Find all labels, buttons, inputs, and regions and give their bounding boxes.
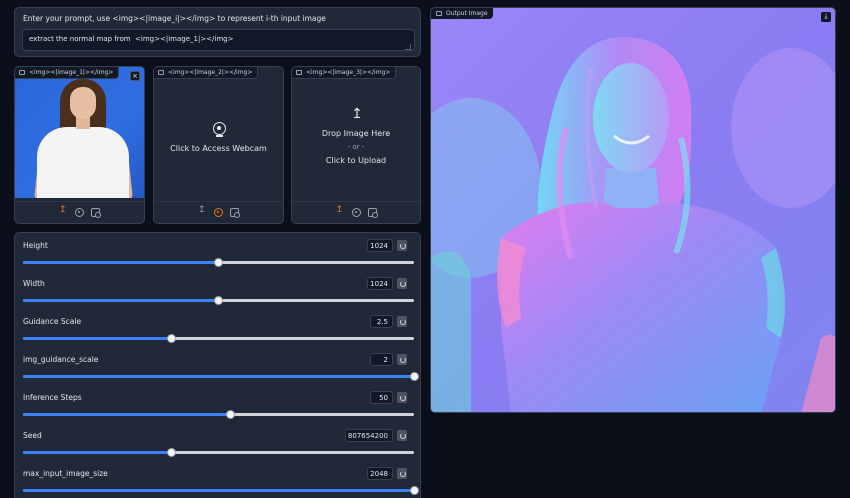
image-input-2-toolbar bbox=[154, 201, 283, 223]
clipboard-icon[interactable] bbox=[230, 208, 240, 218]
reset-icon[interactable] bbox=[397, 316, 407, 327]
image-input-3-tag: <img><|image_3|></img> bbox=[292, 67, 397, 79]
inference-steps-slider[interactable] bbox=[23, 410, 414, 419]
reset-icon[interactable] bbox=[397, 392, 407, 403]
output-image-tag: Output Image bbox=[431, 8, 493, 19]
input-photo bbox=[15, 67, 144, 198]
slider-thumb[interactable] bbox=[167, 334, 177, 343]
webcam-icon[interactable] bbox=[214, 208, 223, 217]
image-input-3-label: <img><|image_3|></img> bbox=[306, 69, 391, 76]
slider-thumb[interactable] bbox=[214, 258, 223, 267]
guidance-scale-slider[interactable] bbox=[23, 334, 414, 343]
webcam-icon[interactable] bbox=[213, 122, 226, 137]
slider-img-guidance-scale: img_guidance_scale 2 bbox=[15, 347, 420, 385]
img-guidance-scale-slider[interactable] bbox=[23, 372, 419, 381]
settings-panel: Height 1024 Width 1024 Guidance Scale 2.… bbox=[14, 232, 421, 498]
seed-slider[interactable] bbox=[23, 448, 414, 457]
slider-label: Height bbox=[23, 241, 48, 250]
slider-label: Seed bbox=[23, 431, 42, 440]
webcam-icon[interactable] bbox=[351, 208, 361, 217]
image-icon bbox=[436, 11, 442, 16]
inference-steps-number-input[interactable]: 50 bbox=[370, 391, 393, 404]
prompt-label: Enter your prompt, use <img><|image_i|><… bbox=[23, 14, 326, 23]
download-button[interactable]: ⤓ bbox=[821, 12, 831, 22]
output-image-label: Output Image bbox=[446, 10, 488, 17]
slider-thumb[interactable] bbox=[214, 296, 223, 305]
reset-icon[interactable] bbox=[397, 430, 407, 441]
webcam-icon[interactable] bbox=[75, 208, 84, 217]
slider-inference-steps: Inference Steps 50 bbox=[15, 385, 420, 423]
reset-icon[interactable] bbox=[397, 278, 407, 289]
upload-icon[interactable] bbox=[59, 205, 68, 217]
width-slider[interactable] bbox=[23, 296, 414, 305]
image-input-1-label: <img><|image_1|></img> bbox=[29, 69, 114, 76]
image-icon bbox=[19, 70, 25, 75]
max-input-image-size-number-input[interactable]: 2048 bbox=[367, 467, 393, 480]
max-input-image-size-slider[interactable] bbox=[23, 486, 419, 495]
slider-label: Guidance Scale bbox=[23, 317, 82, 326]
slider-label: Width bbox=[23, 279, 45, 288]
image-input-2[interactable]: <img><|image_2|></img> Click to Access W… bbox=[153, 66, 284, 224]
slider-seed: Seed 807654200 bbox=[15, 423, 420, 461]
width-number-input[interactable]: 1024 bbox=[367, 277, 393, 290]
seed-number-input[interactable]: 807654200 bbox=[345, 429, 393, 442]
slider-label: Inference Steps bbox=[23, 393, 82, 402]
slider-label: max_input_image_size bbox=[23, 469, 108, 478]
reset-icon[interactable] bbox=[397, 468, 407, 479]
img-guidance-scale-number-input[interactable]: 2 bbox=[370, 353, 393, 366]
slider-label: img_guidance_scale bbox=[23, 355, 99, 364]
clipboard-icon[interactable] bbox=[91, 208, 101, 218]
access-webcam-text[interactable]: Click to Access Webcam bbox=[154, 144, 283, 153]
image-icon bbox=[296, 70, 302, 75]
image-input-2-label: <img><|image_2|></img> bbox=[168, 69, 253, 76]
slider-thumb[interactable] bbox=[409, 486, 419, 495]
image-input-3[interactable]: <img><|image_3|></img> ↥ Drop Image Here… bbox=[291, 66, 421, 224]
reset-icon[interactable] bbox=[397, 354, 407, 365]
height-number-input[interactable]: 1024 bbox=[367, 239, 393, 252]
slider-thumb[interactable] bbox=[409, 372, 419, 381]
slider-thumb[interactable] bbox=[225, 410, 235, 419]
slider-thumb[interactable] bbox=[167, 448, 177, 457]
slider-guidance-scale: Guidance Scale 2.5 bbox=[15, 309, 420, 347]
clipboard-icon[interactable] bbox=[367, 208, 378, 218]
or-text: - or - bbox=[347, 143, 365, 151]
upload-icon[interactable] bbox=[336, 205, 345, 217]
height-slider[interactable] bbox=[23, 258, 414, 267]
resize-grip-icon[interactable] bbox=[405, 44, 411, 50]
slider-height: Height 1024 bbox=[15, 233, 420, 271]
upload-icon[interactable]: ↥ bbox=[350, 107, 364, 121]
image-icon bbox=[158, 70, 164, 75]
slider-max-input-image-size: max_input_image_size 2048 bbox=[15, 461, 420, 498]
output-normal-map-image bbox=[431, 8, 835, 412]
image-input-2-tag: <img><|image_2|></img> bbox=[154, 67, 259, 79]
reset-icon[interactable] bbox=[397, 240, 407, 251]
image-input-1-tag: <img><|image_1|></img> bbox=[15, 67, 120, 79]
drop-image-text[interactable]: Drop Image Here bbox=[292, 129, 420, 138]
image-input-1[interactable]: <img><|image_1|></img> × bbox=[14, 66, 145, 224]
guidance-scale-number-input[interactable]: 2.5 bbox=[370, 315, 393, 328]
click-to-upload-text[interactable]: Click to Upload bbox=[292, 156, 420, 165]
upload-icon[interactable] bbox=[198, 205, 207, 217]
slider-width: Width 1024 bbox=[15, 271, 420, 309]
prompt-panel: Enter your prompt, use <img><|image_i|><… bbox=[14, 7, 421, 57]
clear-image-button[interactable]: × bbox=[130, 71, 140, 81]
prompt-input[interactable] bbox=[22, 29, 415, 51]
image-input-1-toolbar bbox=[15, 201, 144, 223]
output-image-panel: Output Image ⤓ bbox=[430, 7, 836, 413]
image-input-3-toolbar bbox=[292, 201, 420, 223]
